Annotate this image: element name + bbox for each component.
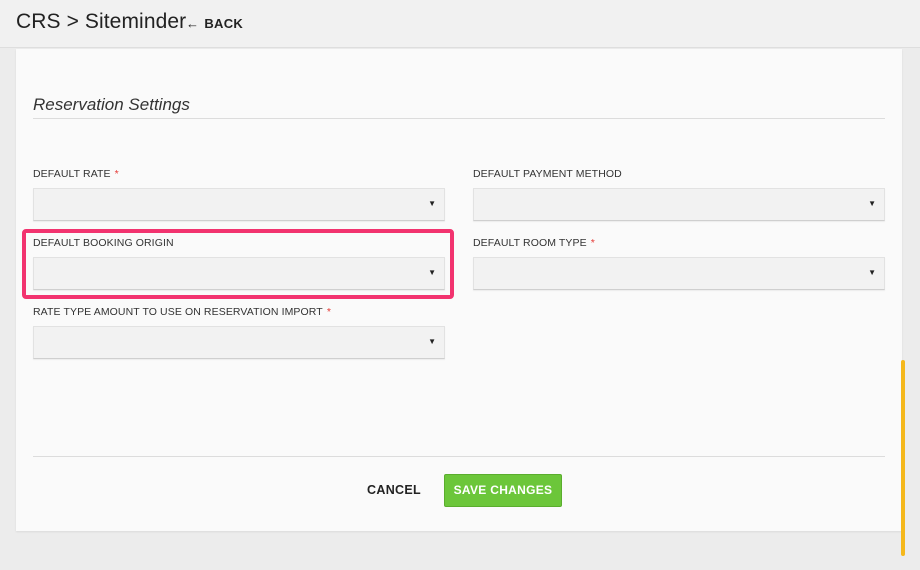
footer-divider bbox=[33, 456, 885, 457]
back-label: BACK bbox=[204, 16, 244, 31]
required-marker: * bbox=[114, 168, 119, 180]
breadcrumb: CRS > Siteminder bbox=[16, 10, 187, 33]
section-divider bbox=[33, 118, 885, 119]
default-booking-origin-label: DEFAULT BOOKING ORIGIN bbox=[33, 237, 174, 249]
save-changes-button[interactable]: SAVE CHANGES bbox=[444, 474, 562, 507]
section-title: Reservation Settings bbox=[33, 95, 190, 114]
caret-down-icon: ▼ bbox=[428, 268, 436, 277]
caret-down-icon: ▼ bbox=[868, 268, 876, 277]
rate-type-amount-select[interactable]: ▼ bbox=[33, 326, 445, 359]
rate-type-amount-label-text: RATE TYPE AMOUNT TO USE ON RESERVATION I… bbox=[33, 306, 323, 318]
left-arrow-icon: ← bbox=[186, 16, 200, 31]
required-marker: * bbox=[326, 306, 331, 318]
rate-type-amount-label: RATE TYPE AMOUNT TO USE ON RESERVATION I… bbox=[33, 306, 331, 318]
caret-down-icon: ▼ bbox=[868, 199, 876, 208]
default-payment-method-select[interactable]: ▼ bbox=[473, 188, 885, 221]
back-button[interactable]: ← BACK bbox=[186, 16, 243, 31]
default-rate-label-text: DEFAULT RATE bbox=[33, 168, 111, 180]
required-marker: * bbox=[590, 237, 595, 249]
cancel-button[interactable]: CANCEL bbox=[364, 480, 424, 500]
default-booking-origin-select[interactable]: ▼ bbox=[33, 257, 445, 290]
default-rate-select[interactable]: ▼ bbox=[33, 188, 445, 221]
default-payment-method-label-text: DEFAULT PAYMENT METHOD bbox=[473, 168, 622, 180]
top-bar: CRS > Siteminder ← BACK bbox=[0, 0, 920, 48]
scrollbar-thumb[interactable] bbox=[901, 360, 905, 556]
default-room-type-label: DEFAULT ROOM TYPE * bbox=[473, 237, 595, 249]
caret-down-icon: ▼ bbox=[428, 199, 436, 208]
default-room-type-select[interactable]: ▼ bbox=[473, 257, 885, 290]
caret-down-icon: ▼ bbox=[428, 337, 436, 346]
settings-panel: Reservation Settings DEFAULT RATE * ▼ DEF… bbox=[16, 49, 902, 531]
default-room-type-label-text: DEFAULT ROOM TYPE bbox=[473, 237, 587, 249]
default-rate-label: DEFAULT RATE * bbox=[33, 168, 119, 180]
default-payment-method-label: DEFAULT PAYMENT METHOD bbox=[473, 168, 622, 180]
default-booking-origin-label-text: DEFAULT BOOKING ORIGIN bbox=[33, 237, 174, 249]
